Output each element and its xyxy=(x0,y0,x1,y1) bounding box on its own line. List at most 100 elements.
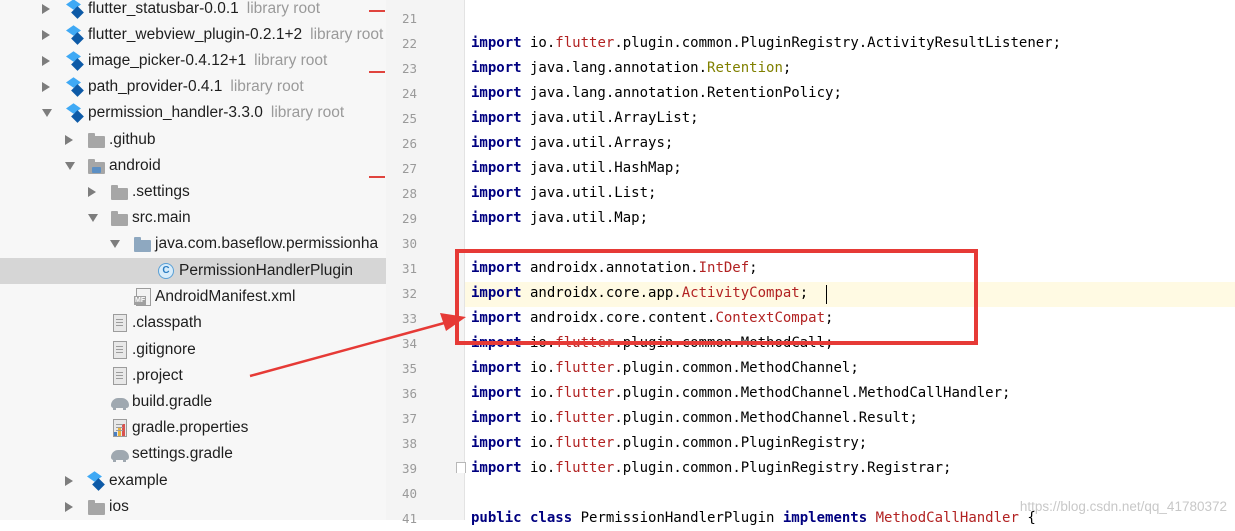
highlighted-token: MethodCallHandler xyxy=(875,510,1019,526)
collapsed-arrow-icon[interactable] xyxy=(88,187,96,197)
tree-item[interactable]: settings.gradle xyxy=(0,441,386,467)
library-root-hint: library root xyxy=(270,104,345,121)
tree-item[interactable]: ios xyxy=(0,494,386,520)
tree-item[interactable]: src.main xyxy=(0,205,386,231)
annotation-token: Retention xyxy=(707,60,783,76)
code-line[interactable]: import io.flutter.plugin.common.PluginRe… xyxy=(471,31,1061,56)
line-number: 29 xyxy=(401,211,417,226)
editor-gutter: 21 22 23 24 25 26 27 28 29 30 31 32 33 34 35 36 37 38 39 40… xyxy=(386,0,465,526)
line-number: 34 xyxy=(401,336,417,351)
collapsed-arrow-icon[interactable] xyxy=(42,56,50,66)
code-token: java.lang.annotation.RetentionPolicy; xyxy=(521,85,842,101)
code-line[interactable]: import io.flutter.plugin.common.MethodCh… xyxy=(471,356,859,381)
tree-item[interactable]: .project xyxy=(0,363,386,389)
keyword-token: import xyxy=(471,85,522,101)
code-token: io. xyxy=(521,410,556,426)
code-token: .plugin.common.MethodChannel.Result; xyxy=(614,410,918,426)
fold-marker-icon[interactable] xyxy=(456,462,466,473)
highlighted-token: flutter xyxy=(555,35,615,51)
code-line[interactable]: public class PermissionHandlerPlugin imp… xyxy=(471,506,1036,531)
keyword-token: import xyxy=(471,110,522,126)
watermark: https://blog.csdn.net/qq_41780372 xyxy=(1019,499,1227,514)
tree-item[interactable]: flutter_webview_plugin-0.2.1+2 library ro… xyxy=(0,22,386,48)
library-root-hint: library root xyxy=(246,0,320,17)
tree-item[interactable]: android xyxy=(0,153,386,179)
collapsed-arrow-icon[interactable] xyxy=(65,135,73,145)
code-line[interactable]: import java.util.HashMap; xyxy=(471,156,682,181)
collapsed-arrow-icon[interactable] xyxy=(65,502,73,512)
tree-item-label: PermissionHandlerPlugin xyxy=(179,262,354,279)
expanded-arrow-icon[interactable] xyxy=(42,109,52,117)
code-line[interactable]: import io.flutter.plugin.common.PluginRe… xyxy=(471,456,951,481)
code-line[interactable]: import io.flutter.plugin.common.MethodCh… xyxy=(471,381,1010,406)
code-line[interactable]: import java.lang.annotation.Retention; xyxy=(471,56,791,81)
collapsed-arrow-icon[interactable] xyxy=(42,4,50,14)
folder-icon xyxy=(111,183,128,200)
tree-item[interactable]: image_picker-0.4.12+1 library root xyxy=(0,48,386,74)
tree-item[interactable]: java.com.baseflow.permissionha xyxy=(0,231,386,257)
line-number: 32 xyxy=(401,286,417,301)
expanded-arrow-icon[interactable] xyxy=(88,214,98,222)
tree-item-label: .gitignore xyxy=(132,341,196,358)
tree-item[interactable]: .gitignore xyxy=(0,337,386,363)
tree-item[interactable]: permission_handler-3.3.0 library root xyxy=(0,100,386,126)
line-number: 31 xyxy=(401,261,417,276)
tree-item-label: android xyxy=(109,157,161,174)
file-icon xyxy=(111,314,128,332)
tree-item[interactable]: gradle.properties xyxy=(0,415,386,441)
folder-icon xyxy=(111,209,128,226)
code-line[interactable]: import java.util.ArrayList; xyxy=(471,106,699,131)
code-line[interactable]: import java.util.Map; xyxy=(471,206,648,231)
keyword-token: implements xyxy=(782,510,868,526)
tree-item[interactable]: .settings xyxy=(0,179,386,205)
tree-item[interactable]: flutter_statusbar-0.0.1 library root xyxy=(0,0,386,22)
tree-item-label: .project xyxy=(132,367,183,384)
line-number: 24 xyxy=(401,86,417,101)
code-line[interactable]: import java.lang.annotation.RetentionPol… xyxy=(471,81,842,106)
tree-item[interactable]: MF AndroidManifest.xml xyxy=(0,284,386,310)
file-icon xyxy=(111,341,128,359)
collapsed-arrow-icon[interactable] xyxy=(42,82,50,92)
code-line[interactable]: import java.util.Arrays; xyxy=(471,131,673,156)
highlighted-token: flutter xyxy=(555,385,615,401)
collapsed-arrow-icon[interactable] xyxy=(65,476,73,486)
code-token: java.util.ArrayList; xyxy=(521,110,699,126)
tree-item[interactable]: build.gradle xyxy=(0,389,386,415)
tree-item[interactable]: C PermissionHandlerPlugin xyxy=(0,258,386,284)
line-number: 33 xyxy=(401,311,417,326)
library-root-hint: library root xyxy=(310,26,384,43)
tree-item[interactable]: .classpath xyxy=(0,310,386,336)
flutter-icon xyxy=(88,472,105,489)
code-line[interactable]: import io.flutter.plugin.common.PluginRe… xyxy=(471,431,867,456)
flutter-icon xyxy=(67,26,84,43)
line-number: 41 xyxy=(401,511,417,526)
flutter-icon xyxy=(67,0,84,17)
line-number: 21 xyxy=(401,11,417,26)
line-number: 28 xyxy=(401,186,417,201)
expanded-arrow-icon[interactable] xyxy=(110,240,120,248)
keyword-token: import xyxy=(471,435,522,451)
code-line[interactable]: import io.flutter.plugin.common.MethodCh… xyxy=(471,406,918,431)
library-root-hint: library root xyxy=(230,78,304,95)
keyword-token: import xyxy=(471,410,522,426)
keyword-token: import xyxy=(471,385,522,401)
tree-item[interactable]: example xyxy=(0,468,386,494)
tree-item-label: ios xyxy=(109,498,129,515)
tree-item-label: gradle.properties xyxy=(132,419,249,436)
line-number: 27 xyxy=(401,161,417,176)
line-number: 39 xyxy=(401,461,417,476)
code-token: java.lang.annotation. xyxy=(521,60,708,76)
tree-item[interactable]: path_provider-0.4.1 library root xyxy=(0,74,386,100)
code-token: io. xyxy=(521,35,556,51)
line-number: 23 xyxy=(401,61,417,76)
code-line[interactable]: import java.util.List; xyxy=(471,181,656,206)
code-token: io. xyxy=(521,385,556,401)
tree-item[interactable]: .github xyxy=(0,127,386,153)
code-token: io. xyxy=(521,360,556,376)
library-root-hint: library root xyxy=(254,52,328,69)
collapsed-arrow-icon[interactable] xyxy=(42,30,50,40)
keyword-token: import xyxy=(471,210,522,226)
expanded-arrow-icon[interactable] xyxy=(65,162,75,170)
tree-item-label: settings.gradle xyxy=(132,445,233,462)
